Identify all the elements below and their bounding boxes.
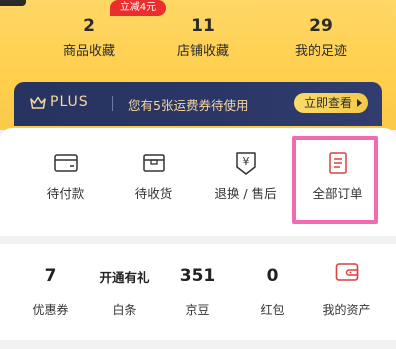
view-now-button[interactable]: 立即查看 [293,93,368,113]
asset-label: 白条 [112,303,137,317]
divider [112,96,113,111]
order-label: 退换 / 售后 [214,186,277,201]
order-label: 待收货 [134,186,173,201]
refund-icon: ¥ [236,152,256,175]
highlight-box [292,136,378,224]
view-now-label: 立即查看 [303,96,352,110]
favorites-stores[interactable]: 11 店铺收藏 [143,14,263,60]
asset-value: 351 [179,266,216,286]
stat-label: 店铺收藏 [176,44,229,59]
assets-panel: 7 优惠券 开通有礼 白条 351 京豆 0 红包 我的资产 [0,244,396,340]
my-footprints[interactable]: 29 我的足迹 [261,14,381,60]
wallet-card-icon [54,154,78,172]
stat-value: 11 [191,16,215,36]
wallet-icon [335,263,359,281]
asset-label: 京豆 [185,303,210,317]
stat-value: 2 [83,16,95,36]
asset-value: 0 [266,266,279,286]
favorites-products[interactable]: 2 商品收藏 [29,14,149,60]
plus-message: 您有5张运费券待使用 [128,98,249,113]
order-label: 待付款 [46,186,85,201]
plus-banner[interactable]: PLUS 您有5张运费券待使用 立即查看 [14,82,382,126]
order-pending-payment[interactable]: 待付款 [16,128,115,236]
order-returns[interactable]: ¥ 退换 / 售后 [196,128,295,236]
order-pending-receipt[interactable]: 待收货 [104,128,203,236]
plus-brand: PLUS [50,94,89,110]
svg-text:¥: ¥ [243,155,250,168]
asset-label: 优惠券 [32,303,69,317]
asset-label: 红包 [260,303,285,317]
stat-label: 商品收藏 [62,44,115,59]
stat-label: 我的足迹 [294,44,347,59]
crown-icon [30,96,46,109]
promo-badge: 立减4元 [110,0,166,16]
top-tab-fragment [0,0,26,6]
package-icon [143,154,165,172]
stat-value: 29 [309,16,333,36]
asset-value: 开通有礼 [99,270,150,285]
asset-label: 我的资产 [322,303,371,317]
asset-value: 7 [44,266,57,286]
arrow-right-icon [357,99,362,107]
